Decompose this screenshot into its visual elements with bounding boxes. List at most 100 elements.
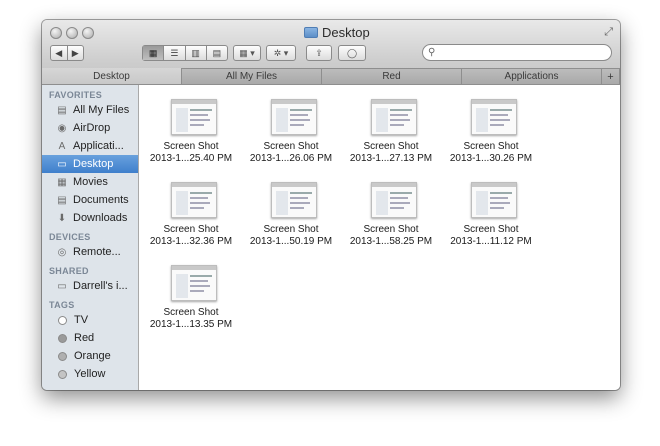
sidebar-tag-label: Orange xyxy=(74,350,111,362)
file-item[interactable]: Screen Shot 2013-1...27.13 PM xyxy=(343,95,439,183)
sidebar-tag-yellow[interactable]: Yellow xyxy=(42,365,138,383)
tab-applications[interactable]: Applications xyxy=(462,68,602,84)
sidebar-tag-orange[interactable]: Orange xyxy=(42,347,138,365)
tab-red[interactable]: Red xyxy=(322,68,462,84)
file-name-line2: 2013-1...32.36 PM xyxy=(149,236,233,247)
file-item[interactable]: Screen Shot 2013-1...11.12 PM xyxy=(443,178,539,266)
back-forward-control: ◀ ▶ xyxy=(50,45,84,61)
sidebar-item-airdrop[interactable]: ◉ AirDrop xyxy=(42,119,138,137)
sidebar-tag-label: Red xyxy=(74,332,95,344)
file-name-line1: Screen Shot xyxy=(163,141,219,152)
file-item[interactable]: Screen Shot 2013-1...13.35 PM xyxy=(143,261,239,349)
file-thumbnail xyxy=(471,182,517,218)
file-thumbnail xyxy=(371,99,417,135)
back-button[interactable]: ◀ xyxy=(51,46,68,60)
sidebar-item-remote[interactable]: ◎ Remote... xyxy=(42,243,138,261)
tab-all-my-files[interactable]: All My Files xyxy=(182,68,322,84)
file-thumbnail xyxy=(171,265,217,301)
search-input[interactable] xyxy=(438,46,603,59)
window-title: Desktop xyxy=(304,25,370,40)
file-thumbnail xyxy=(271,99,317,135)
file-thumbnail xyxy=(171,182,217,218)
file-name-line1: Screen Shot xyxy=(263,224,319,235)
file-name: Screen Shot 2013-1...13.35 PM xyxy=(143,307,239,331)
file-grid: Screen Shot 2013-1...25.40 PM Screen Shot 2… xyxy=(139,85,620,390)
minimize-button[interactable] xyxy=(66,27,78,39)
sidebar-item-all-my-files[interactable]: ▤ All My Files xyxy=(42,101,138,119)
file-name-line2: 2013-1...30.26 PM xyxy=(449,153,533,164)
search-field[interactable]: ⚲ xyxy=(422,44,612,61)
search-icon: ⚲ xyxy=(428,47,436,58)
file-item[interactable]: Screen Shot 2013-1...50.19 PM xyxy=(243,178,339,266)
sidebar-item-movies[interactable]: ▦ Movies xyxy=(42,173,138,191)
file-name: Screen Shot 2013-1...58.25 PM xyxy=(343,224,439,248)
column-view-button[interactable]: ▥ xyxy=(186,46,207,60)
sidebar-item-label: Movies xyxy=(73,176,108,188)
sidebar-item-label: Documents xyxy=(73,194,129,206)
sidebar-tags-header: TAGS xyxy=(49,300,75,310)
sidebar-favorites-header: FAVORITES xyxy=(49,90,103,100)
tag-color-dot xyxy=(58,369,67,379)
sidebar-item-label: Desktop xyxy=(73,158,114,170)
sidebar-shared-header: SHARED xyxy=(49,266,89,276)
tag-color-dot xyxy=(58,351,67,361)
finder-window: Desktop ⤢ ◀ ▶ ▦ ☰ ▥ ▤ ▦ ▾ ✲ ▾ ⇪ ◯ ⚲ Desk… xyxy=(42,20,620,390)
file-name-line1: Screen Shot xyxy=(363,141,419,152)
tab-desktop[interactable]: Desktop xyxy=(42,68,182,84)
sidebar-tag-label: Yellow xyxy=(74,368,106,380)
file-name-line2: 2013-1...13.35 PM xyxy=(149,319,233,330)
file-name-line1: Screen Shot xyxy=(263,141,319,152)
sidebar-item-applicati[interactable]: A Applicati... xyxy=(42,137,138,155)
file-item[interactable]: Screen Shot 2013-1...58.25 PM xyxy=(343,178,439,266)
file-item[interactable]: Screen Shot 2013-1...25.40 PM xyxy=(143,95,239,183)
file-name-line1: Screen Shot xyxy=(463,224,519,235)
arrange-button[interactable]: ▦ ▾ xyxy=(233,45,261,61)
list-view-button[interactable]: ☰ xyxy=(164,46,186,60)
computer-icon: ▭ xyxy=(57,280,67,292)
zoom-button[interactable] xyxy=(82,27,94,39)
sidebar-item-label: Remote... xyxy=(73,246,121,258)
tag-color-dot xyxy=(58,333,67,343)
title-bar: Desktop ⤢ ◀ ▶ ▦ ☰ ▥ ▤ ▦ ▾ ✲ ▾ ⇪ ◯ ⚲ Desk… xyxy=(42,20,620,85)
sidebar-devices-header: DEVICES xyxy=(49,232,91,242)
file-name-line2: 2013-1...26.06 PM xyxy=(249,153,333,164)
window-title-text: Desktop xyxy=(322,25,370,40)
file-thumbnail xyxy=(271,182,317,218)
coverflow-view-button[interactable]: ▤ xyxy=(207,46,227,60)
sidebar-item-downloads[interactable]: ⬇ Downloads xyxy=(42,209,138,227)
file-item[interactable]: Screen Shot 2013-1...26.06 PM xyxy=(243,95,339,183)
file-thumbnail xyxy=(471,99,517,135)
sidebar-tag-red[interactable]: Red xyxy=(42,329,138,347)
file-item[interactable]: Screen Shot 2013-1...30.26 PM xyxy=(443,95,539,183)
file-name: Screen Shot 2013-1...25.40 PM xyxy=(143,141,239,165)
forward-button[interactable]: ▶ xyxy=(68,46,84,60)
sidebar-item-desktop[interactable]: ▭ Desktop xyxy=(42,155,138,173)
sidebar-tag-tv[interactable]: TV xyxy=(42,311,138,329)
action-gear-button[interactable]: ✲ ▾ xyxy=(266,45,296,61)
sidebar-item-darrell-s-i[interactable]: ▭ Darrell's i... xyxy=(42,277,138,295)
file-name-line2: 2013-1...11.12 PM xyxy=(450,236,532,247)
sidebar-item-documents[interactable]: ▤ Documents xyxy=(42,191,138,209)
file-name: Screen Shot 2013-1...32.36 PM xyxy=(143,224,239,248)
file-name: Screen Shot 2013-1...11.12 PM xyxy=(443,224,539,248)
close-button[interactable] xyxy=(50,27,62,39)
sidebar-item-label: All My Files xyxy=(73,104,130,116)
sidebar-item-label: Downloads xyxy=(73,212,128,224)
file-name-line2: 2013-1...58.25 PM xyxy=(349,236,433,247)
file-item[interactable]: Screen Shot 2013-1...32.36 PM xyxy=(143,178,239,266)
desktop-icon: ▭ xyxy=(57,158,67,170)
share-button[interactable]: ⇪ xyxy=(306,45,332,61)
file-thumbnail xyxy=(371,182,417,218)
fullscreen-icon[interactable]: ⤢ xyxy=(604,26,613,39)
file-name-line1: Screen Shot xyxy=(163,307,219,318)
icon-view-button[interactable]: ▦ xyxy=(143,46,165,60)
sidebar-item-label: Applicati... xyxy=(73,140,124,152)
view-mode-control: ▦ ☰ ▥ ▤ xyxy=(142,45,228,61)
tab-bar: Desktop All My Files Red Applications + xyxy=(42,68,620,84)
new-tab-button[interactable]: + xyxy=(602,68,620,84)
airdrop-icon: ◉ xyxy=(57,122,67,134)
file-name: Screen Shot 2013-1...30.26 PM xyxy=(443,141,539,165)
file-thumbnail xyxy=(171,99,217,135)
edit-tags-button[interactable]: ◯ xyxy=(338,45,366,61)
file-name: Screen Shot 2013-1...27.13 PM xyxy=(343,141,439,165)
